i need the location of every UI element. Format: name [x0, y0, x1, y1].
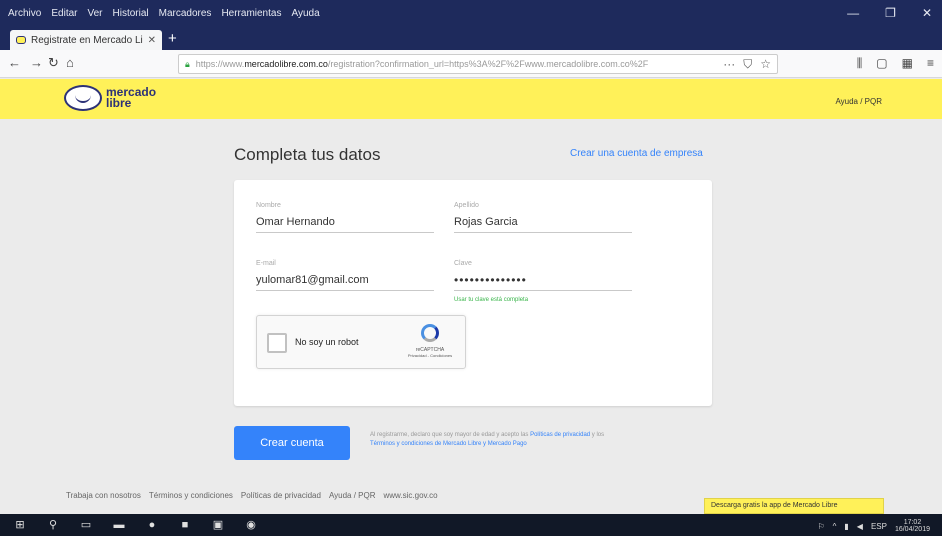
footer-link-sic[interactable]: www.sic.gov.co — [384, 491, 438, 500]
download-app-banner[interactable]: Descarga gratis la app de Mercado Libre — [704, 498, 884, 514]
recaptcha-widget: No soy un robot reCAPTCHA Privacidad - C… — [256, 315, 466, 369]
logo-wordmark: mercado libre — [106, 85, 157, 110]
email-input[interactable]: yulomar81@gmail.com — [256, 271, 434, 291]
first-name-field[interactable]: Nombre Omar Hernando — [256, 202, 434, 233]
minimize-button[interactable]: — — [847, 6, 859, 20]
mercadolibre-logo[interactable]: mercado libre — [64, 85, 156, 111]
tab-bar: Registrate en Mercado Libre ✕ + — [0, 28, 942, 50]
url-text: https://www.mercadolibre.com.co/registra… — [195, 59, 649, 69]
terms-text: Al registrarme, declaro que soy mayor de… — [370, 432, 605, 447]
start-button-icon[interactable]: ⊞ — [12, 518, 28, 532]
last-name-field[interactable]: Apellido Rojas Garcia — [454, 202, 632, 233]
password-input[interactable]: •••••••••••••• — [454, 271, 632, 291]
mercadolibre-favicon-icon — [16, 36, 26, 44]
firefox-icon[interactable]: ◉ — [243, 518, 259, 532]
menu-bar: Archivo Editar Ver Historial Marcadores … — [8, 8, 320, 19]
menu-item-marcadores[interactable]: Marcadores — [159, 8, 212, 19]
people-icon[interactable]: ⚐ — [817, 522, 824, 531]
recaptcha-label: No soy un robot — [295, 337, 359, 347]
sidebar-icon[interactable]: ▢ — [876, 56, 887, 71]
forward-icon[interactable]: → — [30, 55, 43, 70]
close-tab-icon[interactable]: ✕ — [148, 35, 156, 46]
password-field[interactable]: Clave •••••••••••••• — [454, 260, 632, 291]
windows-taskbar: ⊞ ⚲ ▭ ▬ ● ■ ▣ ◉ ⚐ ^ ▮ ◀ ESP 17:02 16/04/… — [0, 514, 942, 536]
footer-link-terms[interactable]: Términos y condiciones — [149, 491, 233, 500]
password-strength-hint: Usar tu clave está completa — [454, 297, 529, 303]
window-controls: — ❐ ✕ — [847, 6, 932, 20]
page-actions-menu-icon[interactable]: ··· — [723, 57, 735, 72]
maximize-button[interactable]: ❐ — [885, 6, 896, 20]
extension-icon[interactable]: ▦ — [902, 56, 913, 71]
browser-tab[interactable]: Registrate en Mercado Libre ✕ — [10, 30, 162, 50]
create-account-button[interactable]: Crear cuenta — [234, 426, 350, 460]
taskbar-icons: ⊞ ⚲ ▭ ▬ ● ■ ▣ ◉ — [12, 518, 259, 532]
toolbar-right: ⫼ ▢ ▦ ≡ — [857, 56, 934, 71]
task-view-icon[interactable]: ▭ — [78, 518, 94, 532]
menu-item-archivo[interactable]: Archivo — [8, 8, 41, 19]
hamburger-menu-icon[interactable]: ≡ — [927, 56, 934, 71]
language-indicator[interactable]: ESP — [871, 522, 887, 531]
page-footer: Trabaja con nosotros Términos y condicio… — [66, 491, 438, 500]
navigation-toolbar: ← → ↻ ⌂ 🔒︎ https://www.mercadolibre.com.… — [0, 50, 942, 78]
window-title-bar: Archivo Editar Ver Historial Marcadores … — [0, 0, 942, 28]
menu-item-ayuda[interactable]: Ayuda — [291, 8, 319, 19]
footer-link-jobs[interactable]: Trabaja con nosotros — [66, 491, 141, 500]
first-name-label: Nombre — [256, 202, 281, 209]
recaptcha-checkbox[interactable] — [267, 333, 287, 353]
first-name-input[interactable]: Omar Hernando — [256, 213, 434, 233]
privacy-policy-link[interactable]: Políticas de privacidad — [530, 432, 590, 438]
page-title: Completa tus datos — [234, 145, 381, 164]
password-label: Clave — [454, 260, 472, 267]
recaptcha-terms[interactable]: Privacidad - Condiciones — [403, 353, 457, 358]
chrome-icon[interactable]: ● — [144, 518, 160, 532]
system-tray: ⚐ ^ ▮ ◀ ESP 17:02 16/04/2019 — [817, 519, 930, 533]
registration-form-card: Nombre Omar Hernando Apellido Rojas Garc… — [234, 180, 712, 406]
lock-icon: 🔒︎ — [185, 58, 190, 69]
recaptcha-logo: reCAPTCHA Privacidad - Condiciones — [403, 324, 457, 358]
bookmark-star-icon[interactable]: ☆ — [760, 57, 771, 72]
footer-link-privacy[interactable]: Políticas de privacidad — [241, 491, 321, 500]
handshake-logo-icon — [64, 85, 102, 111]
menu-item-ver[interactable]: Ver — [87, 8, 102, 19]
recaptcha-icon — [421, 324, 439, 342]
clock-date: 16/04/2019 — [894, 526, 930, 533]
home-icon[interactable]: ⌂ — [66, 55, 74, 70]
app-icon[interactable]: ■ — [177, 518, 193, 532]
create-business-account-link[interactable]: Crear una cuenta de empresa — [570, 148, 703, 159]
pocket-icon[interactable]: ⛉ — [743, 57, 752, 72]
library-icon[interactable]: ⫼ — [857, 56, 863, 71]
new-tab-button[interactable]: + — [168, 30, 177, 48]
search-icon[interactable]: ⚲ — [45, 518, 61, 532]
tab-title: Registrate en Mercado Libre — [31, 34, 143, 46]
email-field[interactable]: E-mail yulomar81@gmail.com — [256, 260, 434, 291]
menu-item-herramientas[interactable]: Herramientas — [221, 8, 281, 19]
word-icon[interactable]: ▣ — [210, 518, 226, 532]
page-actions: ··· ⛉ ☆ — [723, 57, 771, 72]
last-name-label: Apellido — [454, 202, 479, 209]
last-name-input[interactable]: Rojas Garcia — [454, 213, 632, 233]
file-explorer-icon[interactable]: ▬ — [111, 518, 127, 532]
volume-icon[interactable]: ◀ — [857, 522, 863, 531]
email-label: E-mail — [256, 260, 276, 267]
address-bar[interactable]: 🔒︎ https://www.mercadolibre.com.co/regis… — [178, 54, 778, 74]
menu-item-editar[interactable]: Editar — [51, 8, 77, 19]
close-window-button[interactable]: ✕ — [922, 6, 932, 20]
battery-icon[interactable]: ▮ — [844, 522, 848, 531]
footer-link-help[interactable]: Ayuda / PQR — [329, 491, 376, 500]
clock-time: 17:02 — [903, 519, 922, 526]
system-clock[interactable]: 17:02 16/04/2019 — [895, 519, 930, 533]
show-hidden-icons-icon[interactable]: ^ — [833, 522, 837, 531]
back-icon[interactable]: ← — [8, 55, 21, 70]
help-link[interactable]: Ayuda / PQR — [835, 97, 882, 106]
site-header: mercado libre Ayuda / PQR — [0, 79, 942, 119]
reload-icon[interactable]: ↻ — [48, 55, 59, 71]
menu-item-historial[interactable]: Historial — [113, 8, 149, 19]
terms-conditions-link[interactable]: Términos y condiciones de Mercado Libre … — [370, 441, 527, 447]
